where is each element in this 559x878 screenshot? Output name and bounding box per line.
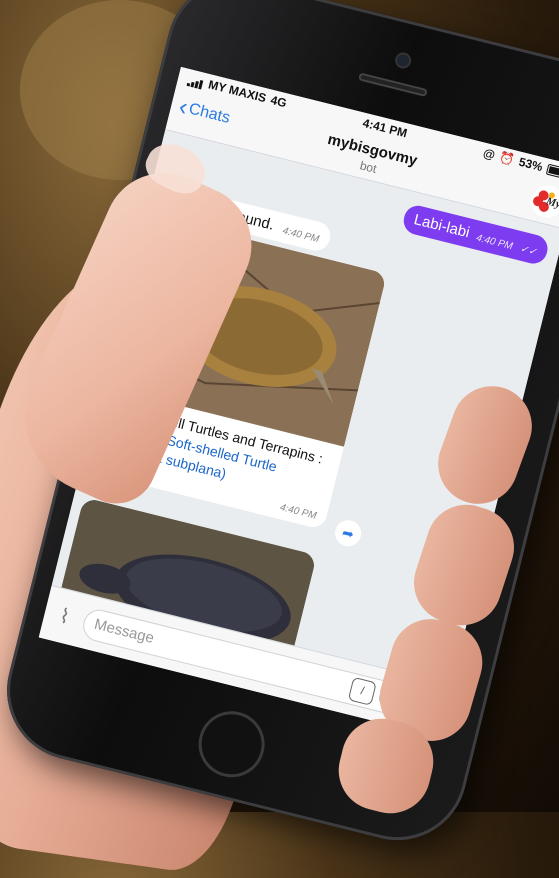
share-button[interactable]: ➦ (332, 517, 364, 549)
front-camera (395, 53, 411, 68)
network-type: 4G (269, 92, 289, 111)
signal-icon (186, 72, 206, 90)
read-checkmarks-icon: ✓✓ (518, 243, 538, 259)
share-icon: ➦ (340, 523, 356, 542)
paperclip-icon[interactable]: ⌇ (50, 602, 79, 632)
message-text: Labi-labi (412, 211, 472, 242)
message-time: 4:40 PM (281, 225, 321, 246)
message-time: 4:40 PM (475, 232, 514, 253)
alarm-icon: ⏰ (498, 149, 516, 168)
earpiece-speaker (358, 72, 428, 98)
slash-command-icon[interactable]: / (347, 676, 377, 706)
battery-percent: 53% (517, 154, 545, 175)
location-icon: @ (481, 145, 497, 163)
battery-icon (545, 163, 559, 180)
home-button[interactable] (191, 704, 272, 785)
